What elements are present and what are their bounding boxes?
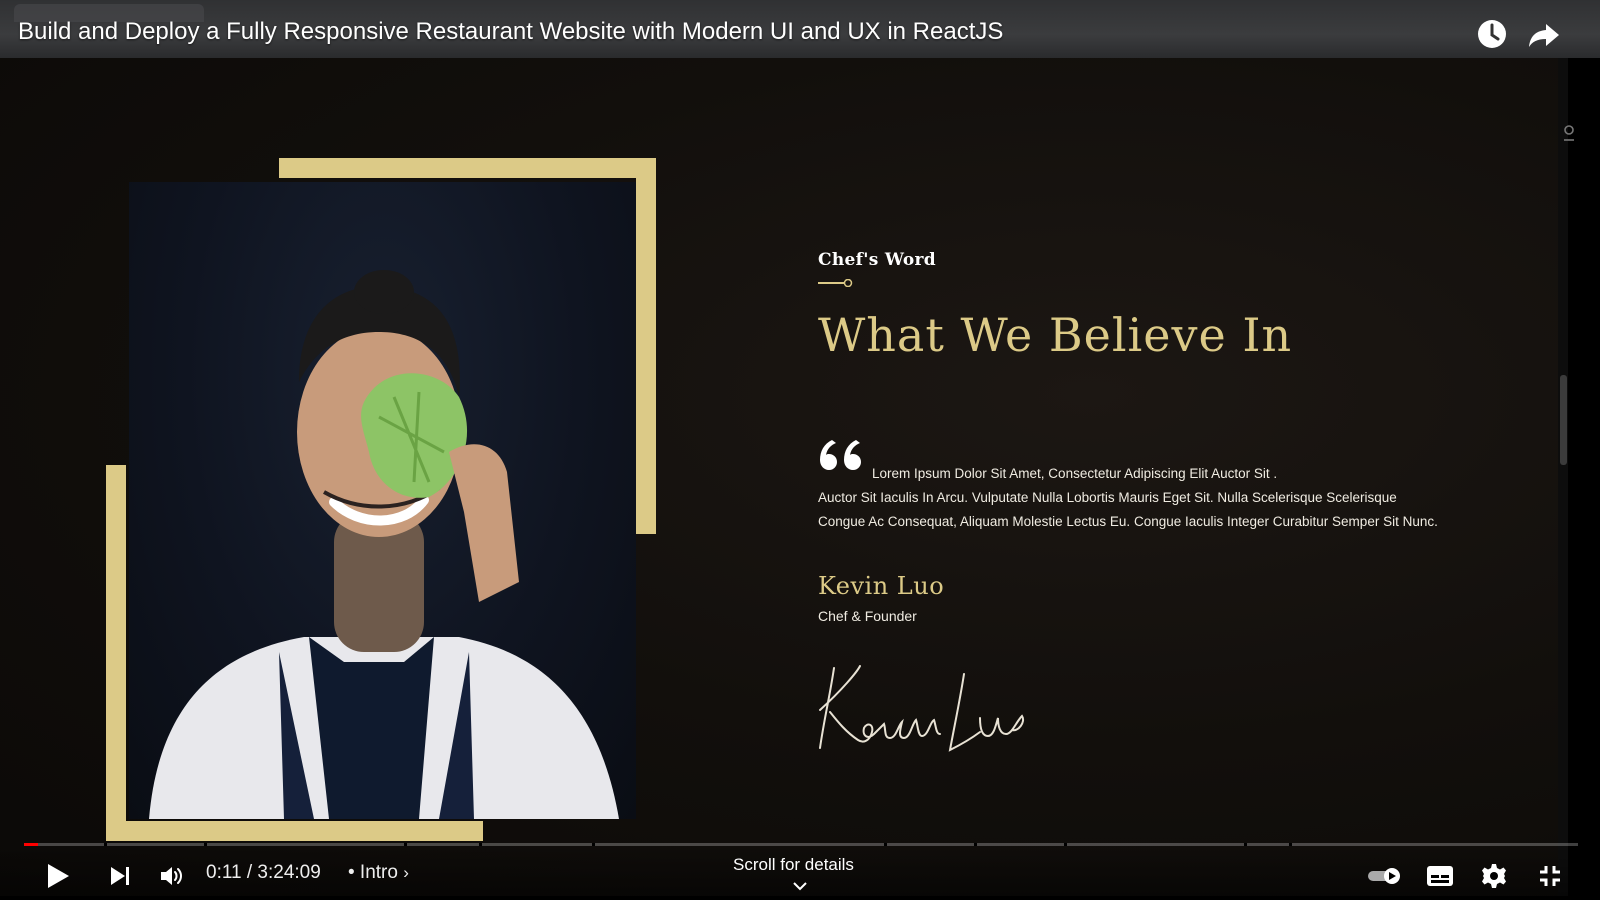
chapter-marker <box>974 843 977 846</box>
chapter-marker <box>404 843 407 846</box>
chapter-marker <box>204 843 207 846</box>
chevron-down-icon[interactable] <box>792 878 808 896</box>
settings-icon[interactable] <box>1474 858 1514 894</box>
chef-quote: Lorem Ipsum Dolor Sit Amet, Consectetur … <box>818 462 1518 534</box>
gold-frame-bottom <box>106 821 483 841</box>
quote-line-2: Auctor Sit Iaculis In Arcu. Vulputate Nu… <box>818 490 1397 505</box>
chapter-marker <box>104 843 107 846</box>
player-top-bar: Build and Deploy a Fully Responsive Rest… <box>0 0 1600 58</box>
progress-bar[interactable] <box>24 843 1578 846</box>
time-display: 0:11 / 3:24:09 <box>206 862 321 883</box>
quote-line-1: Lorem Ipsum Dolor Sit Amet, Consectetur … <box>872 466 1278 481</box>
gold-frame-left <box>106 465 126 841</box>
section-headline: What We Believe In <box>818 308 1293 362</box>
video-title[interactable]: Build and Deploy a Fully Responsive Rest… <box>18 18 1003 46</box>
progress-played <box>24 843 38 846</box>
chapter-label: • Intro <box>348 862 398 883</box>
mic-icon <box>1562 124 1576 147</box>
chapter-marker <box>1244 843 1247 846</box>
subtitles-icon[interactable] <box>1420 858 1460 894</box>
play-icon[interactable] <box>38 858 78 894</box>
gold-frame-right <box>636 158 656 534</box>
chapter-button[interactable]: • Intro › <box>348 862 409 884</box>
chef-name: Kevin Luo <box>818 572 945 600</box>
next-icon[interactable] <box>100 858 140 894</box>
exit-fullscreen-icon[interactable] <box>1530 858 1570 894</box>
volume-icon[interactable] <box>152 858 192 894</box>
chapter-marker <box>592 843 595 846</box>
chef-signature <box>812 660 1032 760</box>
watch-later-icon[interactable] <box>1474 16 1510 52</box>
chapter-marker <box>884 843 887 846</box>
section-subtitle: Chef's Word <box>818 250 936 270</box>
chapter-marker <box>1064 843 1067 846</box>
chef-photo <box>129 182 636 819</box>
chapter-marker <box>1289 843 1292 846</box>
spoon-icon <box>818 274 854 292</box>
scrollbar-thumb[interactable] <box>1560 375 1567 465</box>
chapter-marker <box>479 843 482 846</box>
scroll-for-details[interactable]: Scroll for details <box>733 855 854 875</box>
quote-line-3: Congue Ac Consequat, Aliquam Molestie Le… <box>818 514 1438 529</box>
gold-frame-top <box>279 158 656 178</box>
share-icon[interactable] <box>1526 16 1562 52</box>
page-scrollbar[interactable] <box>1558 58 1568 896</box>
chef-role: Chef & Founder <box>818 608 917 624</box>
chevron-right-icon: › <box>403 863 409 882</box>
autoplay-toggle[interactable] <box>1362 858 1408 894</box>
